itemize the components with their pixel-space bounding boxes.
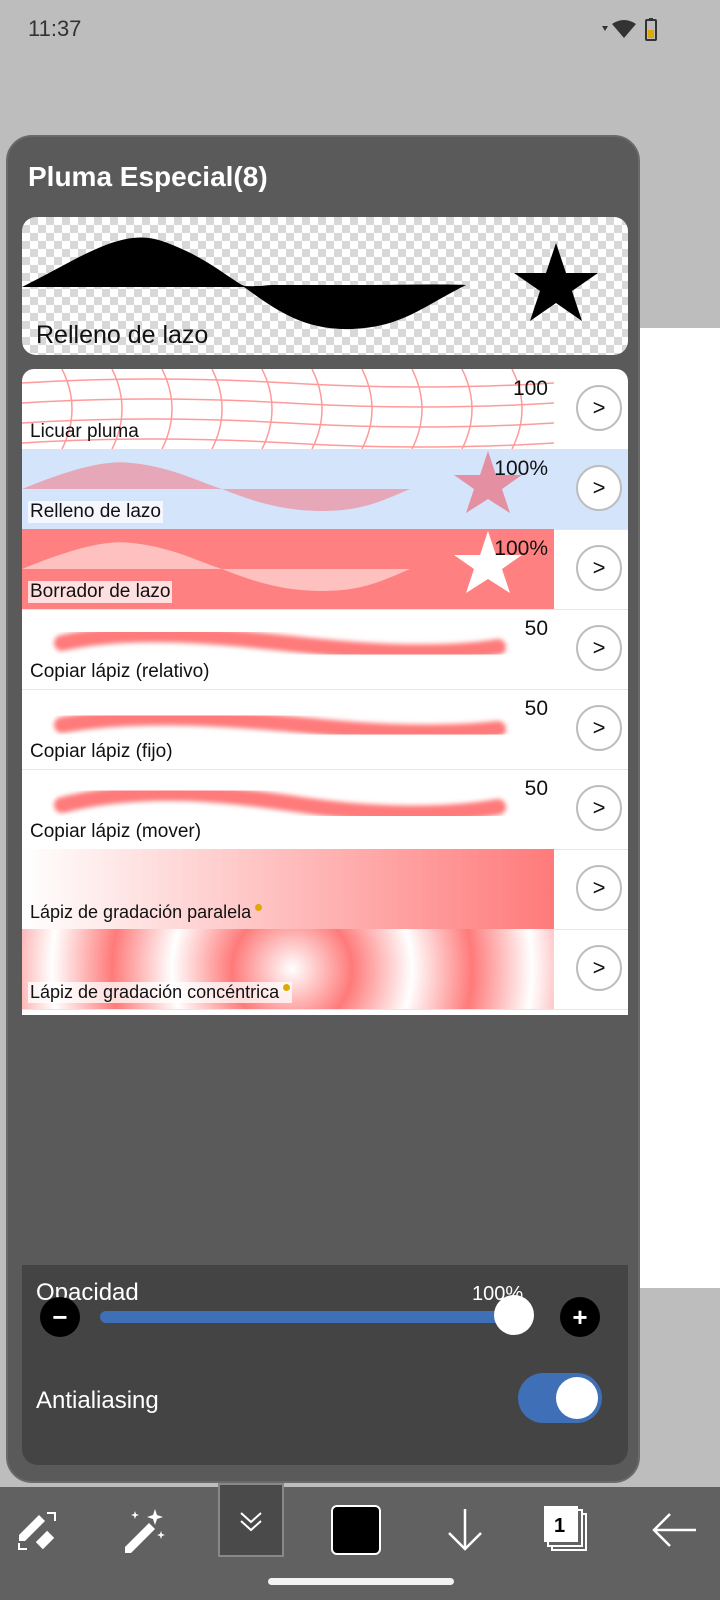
brush-row-copiar-lapiz-relativo[interactable]: Copiar lápiz (relativo) 50 > [22,609,628,690]
brush-name: Lápiz de gradación concéntrica [28,982,293,1003]
preview-label: Relleno de lazo [36,321,209,349]
brush-settings-button[interactable]: > [576,385,622,431]
drawing-canvas[interactable] [628,328,720,1288]
collapse-panel-button[interactable] [218,1483,284,1557]
brush-value: 100 [512,377,548,400]
antialiasing-label: Antialiasing [36,1387,159,1414]
brush-name: Copiar lápiz (mover) [30,821,202,842]
brush-name: Relleno de lazo [28,501,163,523]
brush-row-lapiz-gradacion-concentrica[interactable]: Lápiz de gradación concéntrica > [22,929,628,1010]
chevron-double-down-icon [240,1512,262,1532]
status-dot [255,904,263,911]
brush-value: 50 [524,697,548,720]
brush-row-lapiz-gradacion-paralela[interactable]: Lápiz de gradación paralela > [22,849,628,930]
layers-button[interactable]: 1 [534,1487,600,1573]
swap-pen-eraser-icon [18,1512,56,1550]
color-swatch [331,1505,381,1555]
brush-row-copiar-lapiz-mover[interactable]: Copiar lápiz (mover) 50 > [22,769,628,850]
brush-name: Borrador de lazo [28,581,173,603]
status-dot [283,984,291,991]
brush-settings-button[interactable]: > [576,465,622,511]
brush-row-copiar-lapiz-fijo[interactable]: Copiar lápiz (fijo) 50 > [22,689,628,770]
opacity-slider-thumb[interactable] [494,1295,534,1335]
panel-title: Pluma Especial(8) [28,161,268,192]
layer-count: 1 [554,1515,566,1537]
home-indicator[interactable] [268,1578,454,1585]
magic-pen-button[interactable] [104,1487,180,1573]
antialiasing-toggle[interactable] [518,1373,602,1423]
brush-settings-button[interactable]: > [576,545,622,591]
brush-value: 100% [494,537,548,560]
brush-name: Lápiz de gradación paralela [28,902,264,923]
brush-settings-button[interactable]: > [576,785,622,831]
sparkle-pen-icon [125,1509,165,1553]
layers-icon [544,1506,587,1551]
brush-row-borrador-de-lazo[interactable]: Borrador de lazo 100% > [22,529,628,610]
brush-name: Copiar lápiz (relativo) [30,661,210,682]
toggle-knob [556,1377,598,1419]
brush-value: 100% [494,457,548,480]
brush-row-relleno-de-lazo[interactable]: Relleno de lazo 100% > [22,449,628,530]
brush-name: Licuar pluma [30,421,139,442]
back-button[interactable] [640,1487,710,1573]
brush-settings: Opacidad 100% − + Antialiasing [22,1265,628,1465]
brush-settings-button[interactable]: > [576,705,622,751]
opacity-increase-button[interactable]: + [560,1297,600,1337]
brush-value: 50 [524,617,548,640]
opacity-decrease-button[interactable]: − [40,1297,80,1337]
status-icons [600,18,660,47]
brush-row-licuar-pluma[interactable]: Licuar pluma 100 > [22,369,628,450]
brush-name: Copiar lápiz (fijo) [30,741,173,762]
download-button[interactable] [432,1487,498,1573]
status-time: 11:37 [28,16,82,41]
swap-tool-button[interactable] [0,1487,76,1573]
color-button[interactable] [328,1487,384,1573]
brush-preview: Relleno de lazo [22,217,628,355]
brush-value: 50 [524,777,548,800]
minus-icon: − [52,1301,68,1332]
brush-panel: Pluma Especial(8) Relleno de lazo Licuar… [6,135,640,1483]
arrow-down-icon [448,1509,482,1551]
arrow-left-icon [652,1513,696,1547]
wifi-battery-icon [602,18,657,41]
plus-icon: + [572,1301,588,1332]
brush-settings-button[interactable]: > [576,865,622,911]
opacity-slider[interactable] [100,1311,534,1323]
status-bar: 11:37 [0,0,720,60]
brush-settings-button[interactable]: > [576,945,622,991]
brush-list: Licuar pluma 100 > Relleno de lazo 100% … [22,369,628,1015]
brush-settings-button[interactable]: > [576,625,622,671]
